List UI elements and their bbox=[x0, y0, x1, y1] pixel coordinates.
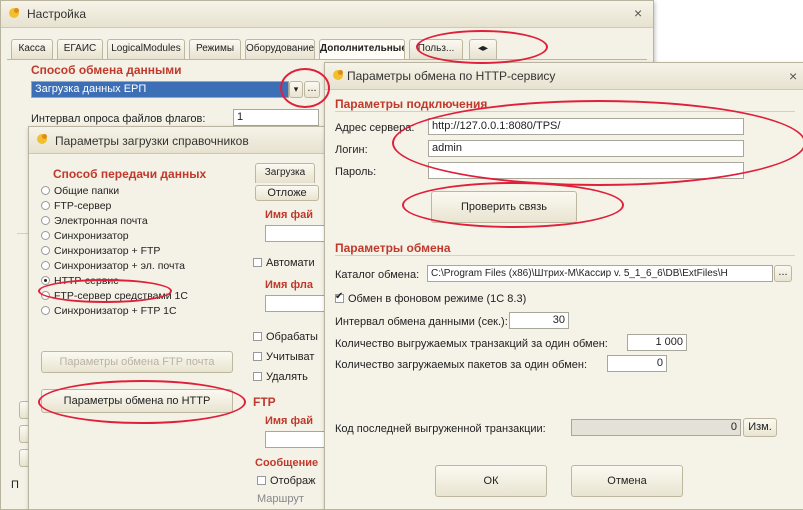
process-checkbox[interactable]: Обрабаты bbox=[253, 331, 318, 343]
highlight-check-button bbox=[402, 182, 624, 228]
radio-sync[interactable]: Синхронизатор bbox=[41, 230, 129, 242]
radio-dot bbox=[41, 246, 50, 255]
exchange-params-title: Параметры обмена bbox=[335, 241, 451, 255]
highlight-http-radio bbox=[38, 279, 172, 303]
password-label: Пароль: bbox=[335, 166, 377, 178]
consider-check[interactable] bbox=[253, 352, 262, 361]
radio-dot bbox=[41, 201, 50, 210]
app-icon bbox=[9, 8, 19, 18]
tab-kassa[interactable]: Касса bbox=[11, 39, 53, 59]
radio-ftp[interactable]: FTP-сервер bbox=[41, 200, 111, 212]
settings-title: Настройка bbox=[27, 7, 87, 21]
radio-dot bbox=[41, 186, 50, 195]
flag-poll-label: Интервал опроса файлов флагов: bbox=[31, 113, 206, 125]
route-label: Маршрут bbox=[257, 493, 304, 505]
radio-sync-ftp[interactable]: Синхронизатор + FTP bbox=[41, 245, 160, 257]
settings-titlebar: Настройка × bbox=[1, 1, 653, 28]
http-title: Параметры обмена по HTTP-сервису bbox=[347, 69, 556, 83]
ftp-file-input[interactable] bbox=[265, 431, 325, 448]
delete-checkbox[interactable]: Удалять bbox=[253, 371, 308, 383]
tab-logicalmodules[interactable]: LogicalModules bbox=[107, 39, 185, 59]
tab-equipment[interactable]: Оборудование bbox=[245, 39, 315, 59]
highlight-connection-fields bbox=[392, 100, 803, 186]
auto-check[interactable] bbox=[253, 258, 262, 267]
highlight-additional-tab bbox=[416, 30, 548, 64]
transactions-label: Количество выгружаемых транзакций за оди… bbox=[335, 338, 608, 350]
tab-additional[interactable]: Дополнительные bbox=[319, 39, 405, 59]
tab-modes[interactable]: Режимы bbox=[189, 39, 241, 59]
cancel-button[interactable]: Отмена bbox=[571, 465, 683, 497]
highlight-dots-button bbox=[280, 68, 330, 108]
file-name-input[interactable] bbox=[265, 225, 325, 242]
catalog-label: Каталог обмена: bbox=[335, 269, 420, 281]
load-params-titlebar: Параметры загрузки справочников bbox=[29, 127, 329, 154]
ftp-mail-params-button[interactable]: Параметры обмена FTP почта bbox=[41, 351, 233, 373]
tab-egais[interactable]: ЕГАИС bbox=[57, 39, 103, 59]
settings-close-icon[interactable]: × bbox=[634, 5, 642, 21]
radio-dot bbox=[41, 306, 50, 315]
packages-input[interactable]: 0 bbox=[607, 355, 667, 372]
radio-sync-ftp-1c[interactable]: Синхронизатор + FTP 1С bbox=[41, 305, 177, 317]
packages-label: Количество загружаемых пакетов за один о… bbox=[335, 359, 588, 371]
auto-checkbox[interactable]: Автомати bbox=[253, 257, 315, 269]
radio-shared-folders[interactable]: Общие папки bbox=[41, 185, 119, 197]
flag-name-input[interactable] bbox=[265, 295, 325, 312]
load-params-dialog: Параметры загрузки справочников Способ п… bbox=[28, 126, 330, 510]
last-tx-label: Код последней выгруженной транзакции: bbox=[335, 423, 546, 435]
file-name-label: Имя фай bbox=[265, 209, 314, 221]
last-tx-input[interactable]: 0 bbox=[571, 419, 741, 436]
ftp-file-label: Имя фай bbox=[265, 415, 314, 427]
subtab-deferred[interactable]: Отложе bbox=[255, 185, 319, 201]
dialog-icon bbox=[333, 70, 343, 80]
interval-label: Интервал обмена данными (сек.): bbox=[335, 316, 508, 328]
http-titlebar: Параметры обмена по HTTP-сервису × bbox=[325, 63, 803, 90]
catalog-input[interactable]: C:\Program Files (x86)\Штрих-М\Кассир v.… bbox=[427, 265, 773, 282]
exchange-method-title: Способ обмена данными bbox=[31, 63, 182, 77]
background-check[interactable] bbox=[335, 291, 344, 303]
radio-email[interactable]: Электронная почта bbox=[41, 215, 148, 227]
background-checkbox[interactable]: Обмен в фоновом режиме (1С 8.3) bbox=[335, 291, 526, 305]
load-params-title: Параметры загрузки справочников bbox=[55, 134, 249, 148]
connection-title: Параметры подключения bbox=[335, 97, 488, 111]
radio-dot bbox=[41, 216, 50, 225]
dialog-icon bbox=[37, 134, 47, 144]
catalog-dots-button[interactable]: ... bbox=[774, 265, 792, 282]
highlight-http-button bbox=[38, 380, 246, 424]
bottom-letter: П bbox=[11, 479, 19, 491]
http-close-icon[interactable]: × bbox=[789, 68, 797, 84]
transactions-input[interactable]: 1 000 bbox=[627, 334, 687, 351]
flag-name-label: Имя фла bbox=[265, 279, 313, 291]
tab-baseline bbox=[7, 59, 647, 60]
exchange-method-select[interactable]: Загрузка данных ЕРП bbox=[31, 81, 289, 98]
login-label: Логин: bbox=[335, 144, 368, 156]
exchange-sep bbox=[335, 255, 795, 256]
display-check[interactable] bbox=[257, 476, 266, 485]
process-check[interactable] bbox=[253, 332, 262, 341]
flag-poll-input[interactable]: 1 bbox=[233, 109, 319, 126]
delete-check[interactable] bbox=[253, 372, 262, 381]
radio-sync-mail[interactable]: Синхронизатор + эл. почта bbox=[41, 260, 185, 272]
tab-load[interactable]: Загрузка bbox=[255, 163, 315, 183]
change-button[interactable]: Изм. bbox=[743, 418, 777, 437]
consider-checkbox[interactable]: Учитыват bbox=[253, 351, 314, 363]
message-label: Сообщение bbox=[255, 457, 319, 469]
radio-dot bbox=[41, 231, 50, 240]
exchange-method-value: Загрузка данных ЕРП bbox=[35, 83, 147, 95]
radio-dot bbox=[41, 261, 50, 270]
ok-button[interactable]: ОК bbox=[435, 465, 547, 497]
transfer-method-title: Способ передачи данных bbox=[53, 167, 207, 181]
interval-input[interactable]: 30 bbox=[509, 312, 569, 329]
display-checkbox[interactable]: Отображ bbox=[257, 475, 315, 487]
ftp-label: FTP bbox=[253, 395, 276, 409]
